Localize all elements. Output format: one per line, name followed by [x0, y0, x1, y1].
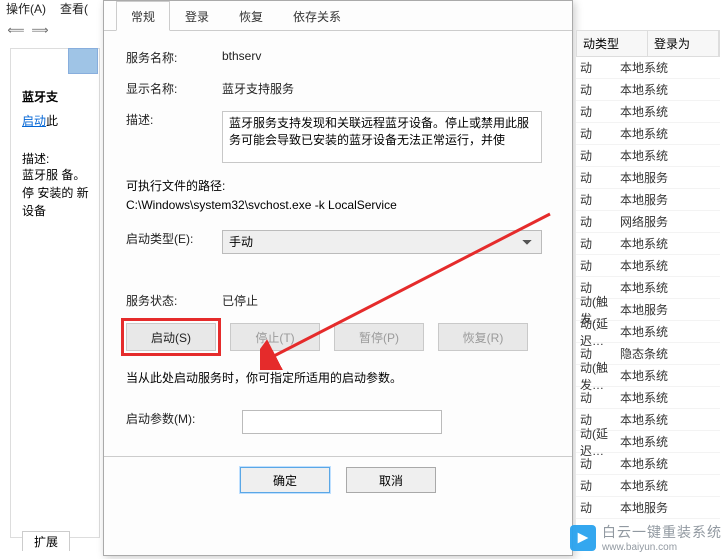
table-row[interactable]: 动本地服务 [576, 189, 720, 211]
service-status-label: 服务状态: [126, 292, 222, 309]
service-title: 蓝牙支 [22, 88, 58, 105]
table-row[interactable]: 动本地系统 [576, 57, 720, 79]
table-row[interactable]: 动(延迟…本地系统 [576, 431, 720, 453]
start-params-label: 启动参数(M): [126, 410, 242, 427]
table-row[interactable]: 动(触发…本地系统 [576, 365, 720, 387]
watermark: 白云一键重装系统 www.baiyun.com [570, 522, 722, 553]
selected-service-highlight [68, 48, 98, 74]
dialog-tabs: 常规 登录 恢复 依存关系 [104, 1, 572, 31]
col-logon-as[interactable]: 登录为 [648, 31, 719, 56]
stop-button: 停止(T) [230, 323, 320, 351]
table-row[interactable]: 动本地系统 [576, 79, 720, 101]
table-row[interactable]: 动本地服务 [576, 167, 720, 189]
table-row[interactable]: 动本地系统 [576, 387, 720, 409]
ok-button[interactable]: 确定 [240, 467, 330, 493]
description-label: 描述: [126, 111, 222, 128]
startup-hint: 当从此处启动服务时，你可指定所适用的启动参数。 [126, 369, 550, 386]
watermark-url: www.baiyun.com [602, 542, 722, 553]
extended-tab[interactable]: 扩展 [22, 531, 70, 551]
start-button[interactable]: 启动(S) [126, 323, 216, 351]
table-row[interactable]: 动本地系统 [576, 101, 720, 123]
left-desc-header: 描述: [22, 150, 49, 167]
resume-button: 恢复(R) [438, 323, 528, 351]
start-tail: 此 [46, 114, 58, 128]
cancel-button[interactable]: 取消 [346, 467, 436, 493]
tab-general[interactable]: 常规 [116, 1, 170, 31]
pause-button: 暂停(P) [334, 323, 424, 351]
service-name-label: 服务名称: [126, 49, 222, 66]
watermark-logo-icon [570, 525, 596, 551]
left-desc-text: 蓝牙服 备。停 安装的 新设备 [22, 166, 92, 220]
menu-view[interactable]: 查看( [60, 0, 88, 18]
exe-path-value: C:\Windows\system32\svchost.exe -k Local… [126, 198, 550, 212]
watermark-brand: 白云一键重装系统 [602, 522, 722, 542]
nav-fwd-icon[interactable]: ⟹ [30, 20, 50, 40]
start-params-input[interactable] [242, 410, 442, 434]
services-list-right: 动类型 登录为 动本地系统动本地系统动本地系统动本地系统动本地系统动本地服务动本… [576, 30, 720, 550]
table-row[interactable]: 动本地系统 [576, 123, 720, 145]
table-row[interactable]: 动本地系统 [576, 453, 720, 475]
description-box[interactable]: 蓝牙服务支持发现和关联远程蓝牙设备。停止或禁用此服务可能会导致已安装的蓝牙设备无… [222, 111, 542, 163]
table-row[interactable]: 动本地系统 [576, 145, 720, 167]
col-startup-type[interactable]: 动类型 [577, 31, 648, 56]
table-row[interactable]: 动(延迟…本地系统 [576, 321, 720, 343]
startup-type-select[interactable]: 手动 [222, 230, 542, 254]
exe-path-label: 可执行文件的路径: [126, 177, 550, 194]
table-row[interactable]: 动本地系统 [576, 255, 720, 277]
startup-type-label: 启动类型(E): [126, 230, 222, 247]
service-name-value: bthserv [222, 49, 261, 63]
table-row[interactable]: 动本地服务 [576, 497, 720, 519]
start-service-link[interactable]: 启动 [22, 114, 46, 128]
tab-dependencies[interactable]: 依存关系 [278, 1, 356, 30]
nav-back-icon[interactable]: ⟸ [6, 20, 26, 40]
service-properties-dialog: 常规 登录 恢复 依存关系 服务名称: bthserv 显示名称: 蓝牙支持服务… [103, 0, 573, 556]
menu-ops[interactable]: 操作(A) [6, 0, 46, 18]
table-row[interactable]: 动网络服务 [576, 211, 720, 233]
display-name-value: 蓝牙支持服务 [222, 80, 294, 97]
tab-recovery[interactable]: 恢复 [224, 1, 278, 30]
display-name-label: 显示名称: [126, 80, 222, 97]
table-row[interactable]: 动本地系统 [576, 475, 720, 497]
service-status-value: 已停止 [222, 292, 258, 309]
table-row[interactable]: 动本地系统 [576, 233, 720, 255]
tab-logon[interactable]: 登录 [170, 1, 224, 30]
